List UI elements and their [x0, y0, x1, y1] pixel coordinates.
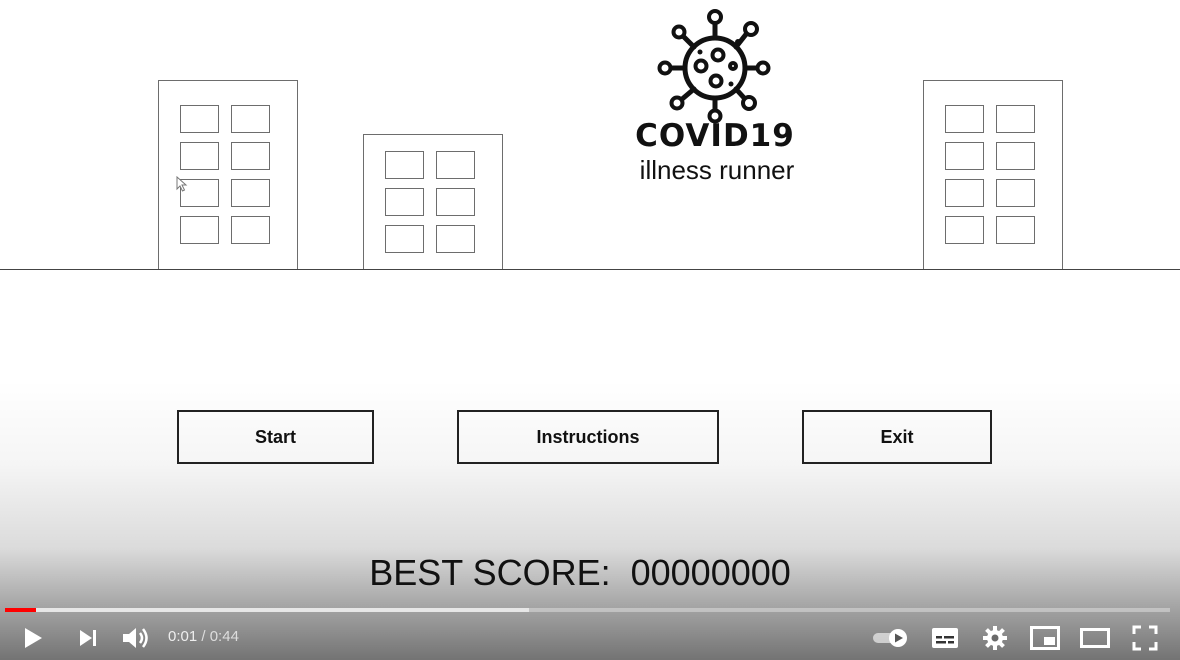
- building-window: [180, 142, 219, 170]
- theater-mode-button[interactable]: [1079, 622, 1111, 654]
- miniplayer-button[interactable]: [1029, 622, 1061, 654]
- ground-line: [0, 269, 1180, 270]
- building-right: [923, 80, 1063, 270]
- next-button[interactable]: [72, 622, 104, 654]
- building-window: [996, 216, 1035, 244]
- exit-button[interactable]: Exit: [802, 410, 992, 464]
- best-score-value: 00000000: [630, 552, 791, 593]
- building-window: [436, 225, 475, 253]
- building-window: [385, 188, 424, 216]
- building-window: [945, 142, 984, 170]
- subtitles-icon: [932, 628, 958, 648]
- game-subtitle: illness runner: [639, 155, 795, 185]
- start-button[interactable]: Start: [177, 410, 374, 464]
- building-window: [231, 216, 270, 244]
- building-window: [436, 188, 475, 216]
- settings-button[interactable]: [979, 622, 1011, 654]
- building-middle: [363, 134, 503, 270]
- mouse-cursor-icon: [176, 176, 188, 192]
- autoplay-toggle-icon: [873, 629, 907, 647]
- current-time: 0:01: [168, 628, 198, 645]
- building-window: [945, 216, 984, 244]
- building-window: [231, 179, 270, 207]
- building-window: [436, 151, 475, 179]
- building-left: [158, 80, 298, 270]
- subtitles-button[interactable]: [929, 622, 961, 654]
- miniplayer-icon: [1030, 626, 1060, 650]
- building-window: [385, 151, 424, 179]
- theater-mode-icon: [1080, 628, 1110, 648]
- duration: 0:44: [209, 628, 239, 645]
- virus-logo-icon: [657, 9, 771, 124]
- progress-played: [5, 608, 37, 612]
- building-window: [996, 142, 1035, 170]
- building-window: [180, 216, 219, 244]
- building-window: [945, 105, 984, 133]
- building-window: [231, 142, 270, 170]
- play-icon: [25, 628, 42, 648]
- mute-button[interactable]: [120, 622, 152, 654]
- progress-bar[interactable]: [5, 608, 1170, 612]
- building-window: [996, 179, 1035, 207]
- play-button[interactable]: [17, 622, 49, 654]
- game-title: COVID19: [635, 118, 795, 154]
- instructions-button[interactable]: Instructions: [457, 410, 719, 464]
- fullscreen-button[interactable]: [1129, 622, 1161, 654]
- time-display: 0:01 / 0:44: [168, 628, 239, 645]
- best-score: BEST SCORE: 00000000: [330, 552, 830, 594]
- best-score-label: BEST SCORE:: [369, 552, 631, 593]
- building-window: [180, 105, 219, 133]
- volume-icon: [123, 628, 148, 648]
- settings-gear-icon: [983, 626, 1007, 650]
- time-separator: /: [197, 628, 210, 645]
- fullscreen-icon: [1132, 625, 1158, 651]
- building-window: [231, 105, 270, 133]
- next-icon: [80, 630, 96, 646]
- autoplay-toggle[interactable]: [870, 622, 912, 654]
- game-screen: COVID19 illness runner Start Instruction…: [0, 0, 1180, 660]
- building-window: [996, 105, 1035, 133]
- progress-loaded: [5, 608, 530, 612]
- building-window: [385, 225, 424, 253]
- building-window: [945, 179, 984, 207]
